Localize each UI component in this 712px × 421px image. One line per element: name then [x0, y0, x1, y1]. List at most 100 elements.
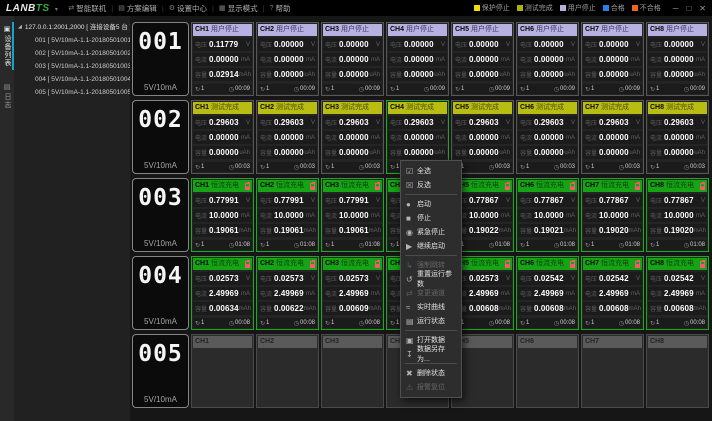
context-menu-item-delete-status[interactable]: ✖删除状态 [401, 366, 461, 380]
capacity-value: 0.00634 [209, 304, 239, 313]
menu-item-display-mode[interactable]: ▦显示模式 [219, 3, 258, 14]
channel-card[interactable]: CH7测试完成电压0.29603V电流0.00000mA容量0.00000uAh… [581, 100, 644, 174]
channel-name: CH7 [585, 180, 599, 192]
maximize-button[interactable]: □ [686, 4, 691, 13]
tree-device-item[interactable]: 004 [ 5V/10mA-1.1-20180501004 ] [18, 73, 128, 86]
minimize-button[interactable]: ─ [673, 4, 679, 13]
tree-device-item[interactable]: 003 [ 5V/10mA-1.1-20180501003 ] [18, 60, 128, 73]
channel-card[interactable]: CH8恒流充电电压0.02542V电流2.49969mA容量0.00608mAh… [646, 256, 709, 330]
current-value: 0.00000 [534, 133, 566, 142]
channel-card[interactable]: CH1恒流充电电压0.02573V电流2.49969mA容量0.00634mAh… [191, 256, 254, 330]
channel-card[interactable]: CH6恒流充电电压0.77867V电流10.0000mA容量0.19021mAh… [516, 178, 579, 252]
channel-card[interactable]: CH6恒流充电电压0.02542V电流2.49969mA容量0.00608mAh… [516, 256, 579, 330]
channel-card[interactable]: CH7恒流充电电压0.77867V电流10.0000mA容量0.19020mAh… [581, 178, 644, 252]
tree-expand-icon[interactable]: ◢ [18, 21, 22, 34]
elapsed-time: 00:08 [495, 320, 510, 326]
channel-card[interactable]: CH2用户停止电压0.00000V电流0.00000mA容量0.00000uAh… [256, 22, 319, 96]
channel-card[interactable]: CH8恒流充电电压0.77867V电流10.0000mA容量0.19020mAh… [646, 178, 709, 252]
channel-card[interactable]: CH4用户停止电压0.00000V电流0.00000mA容量0.00000uAh… [386, 22, 449, 96]
context-menu-item-reset-run-params[interactable]: ↺重置运行参数 [401, 272, 461, 286]
capacity-value: 0.00000 [339, 70, 369, 79]
current-unit: mA [631, 57, 640, 63]
channel-card[interactable]: CH2恒流充电电压0.77991V电流10.0000mA容量0.19061mAh… [256, 178, 319, 252]
sidebar-tab-log[interactable]: ▤日志 [0, 79, 14, 113]
capacity-row: 容量0.00000uAh [388, 146, 447, 159]
channel-card[interactable]: CH8 [646, 334, 709, 408]
loop-count: 1 [266, 164, 269, 170]
tree-root-node[interactable]: ◢ 127.0.0.1:2001,2000 [ 连接设备5 台 ] [18, 21, 128, 34]
menu-item-scheme-edit[interactable]: ▤方案编辑 [118, 3, 157, 14]
channel-card[interactable]: CH6 [516, 334, 579, 408]
current-unit: mA [696, 57, 705, 63]
menu-separator: | [263, 4, 265, 13]
channel-card[interactable]: CH1恒流充电电压0.77991V电流10.0000mA容量0.19061mAh… [191, 178, 254, 252]
channel-card[interactable]: CH6用户停止电压0.00000V电流0.00000mA容量0.00000uAh… [516, 22, 579, 96]
context-menu-item-realtime-curve[interactable]: ≈实时曲线 [401, 300, 461, 314]
channel-footer: ↻1◷00:09 [193, 84, 252, 94]
channel-card[interactable]: CH8测试完成电压0.29603V电流0.00000mA容量0.00000uAh… [646, 100, 709, 174]
context-menu-item-continue-start[interactable]: ▶继续启动 [401, 239, 461, 253]
channel-card[interactable]: CH6测试完成电压0.29603V电流0.00000mA容量0.00000uAh… [516, 100, 579, 174]
voltage-unit: V [311, 276, 315, 282]
capacity-unit: uAh [629, 72, 640, 78]
context-menu-item-select-all[interactable]: ☑全选 [401, 164, 461, 178]
channel-card[interactable]: CH8用户停止电压0.00000V电流0.00000mA容量0.00000uAh… [646, 22, 709, 96]
voltage-value: 0.29603 [534, 118, 571, 127]
channel-footer: ↻1◷00:08 [583, 318, 642, 328]
device-display[interactable]: 0055V/10mA [132, 334, 189, 408]
context-menu-item-save-data-as[interactable]: ↧数据另存为... [401, 347, 461, 361]
channel-card[interactable]: CH1测试完成电压0.29603V电流0.00000mA容量0.00000uAh… [191, 100, 254, 174]
voltage-label: 电压 [650, 274, 662, 283]
channel-card[interactable]: CH2 [256, 334, 319, 408]
context-menu-item-emergency-stop[interactable]: ◉紧急停止 [401, 225, 461, 239]
current-row: 电流0.00000mA [193, 53, 252, 66]
tree-device-item[interactable]: 005 [ 5V/10mA-1.1-20180501005 ] [18, 86, 128, 99]
channel-card[interactable]: CH2恒流充电电压0.02573V电流2.49969mA容量0.00622mAh… [256, 256, 319, 330]
capacity-label: 容量 [195, 226, 207, 235]
menu-item-help[interactable]: ?帮助 [270, 3, 291, 14]
battery-icon [700, 261, 705, 268]
channel-card[interactable]: CH7恒流充电电压0.02542V电流2.49969mA容量0.00608mAh… [581, 256, 644, 330]
channel-card[interactable]: CH1用户停止电压0.11779V电流0.00000mA容量0.02914mAh… [191, 22, 254, 96]
menu-item-settings-center[interactable]: ⚙设置中心 [169, 3, 207, 14]
channel-card[interactable]: CH3测试完成电压0.29603V电流0.00000mA容量0.00000uAh… [321, 100, 384, 174]
help-icon: ? [270, 5, 274, 12]
context-menu-item-run-status[interactable]: ▤运行状态 [401, 314, 461, 328]
tree-device-item[interactable]: 001 [ 5V/10mA-1.1-20180501001 ] [18, 34, 128, 47]
sidebar-tab-device-list[interactable]: ▣设备列表 [0, 21, 14, 71]
channel-header: CH8用户停止 [648, 24, 707, 36]
channel-card[interactable]: CH1 [191, 334, 254, 408]
voltage-label: 电压 [260, 196, 272, 205]
device-display[interactable]: 0045V/10mA [132, 256, 189, 330]
current-row: 电流0.00000mA [193, 131, 252, 144]
voltage-value: 0.29603 [274, 118, 311, 127]
context-menu-item-start[interactable]: ●启动 [401, 197, 461, 211]
channel-name: CH7 [585, 102, 599, 114]
loop-icon: ↻ [520, 320, 525, 327]
channel-card[interactable]: CH3恒流充电电压0.02573V电流2.49969mA容量0.00609mAh… [321, 256, 384, 330]
capacity-unit: mAh [564, 306, 576, 312]
channel-card[interactable]: CH7用户停止电压0.00000V电流0.00000mA容量0.00000uAh… [581, 22, 644, 96]
tree-device-item[interactable]: 002 [ 5V/10mA-1.1-20180501002 ] [18, 47, 128, 60]
capacity-value: 0.19020 [664, 226, 694, 235]
context-menu-item-invert-selection[interactable]: ☒反选 [401, 178, 461, 192]
channel-card[interactable]: CH5用户停止电压0.00000V电流0.00000mA容量0.00000uAh… [451, 22, 514, 96]
loop-count: 1 [591, 86, 594, 92]
device-display[interactable]: 0025V/10mA [132, 100, 189, 174]
close-button[interactable]: ✕ [699, 4, 706, 13]
current-unit: mA [241, 135, 250, 141]
channel-card[interactable]: CH3恒流充电电压0.77991V电流10.0000mA容量0.19061mAh… [321, 178, 384, 252]
channel-card[interactable]: CH2测试完成电压0.29603V电流0.00000mA容量0.00000uAh… [256, 100, 319, 174]
channel-card[interactable]: CH7 [581, 334, 644, 408]
channel-card[interactable]: CH3 [321, 334, 384, 408]
channel-card[interactable]: CH3用户停止电压0.00000V电流0.00000mA容量0.00000uAh… [321, 22, 384, 96]
loop-icon: ↻ [195, 86, 200, 93]
context-menu-item-stop[interactable]: ■停止 [401, 211, 461, 225]
menu-item-smart-connect[interactable]: ⇄智能联机 [68, 3, 106, 14]
channel-status: 测试完成 [601, 102, 629, 114]
device-display[interactable]: 0035V/10mA [132, 178, 189, 252]
device-display[interactable]: 0015V/10mA [132, 22, 189, 96]
channel-header: CH1恒流充电 [193, 180, 252, 192]
sidebar: ▣设备列表 ▤日志 ◢ 127.0.0.1:2001,2000 [ 连接设备5 台… [0, 16, 130, 421]
current-row: 电流10.0000mA [518, 209, 577, 222]
